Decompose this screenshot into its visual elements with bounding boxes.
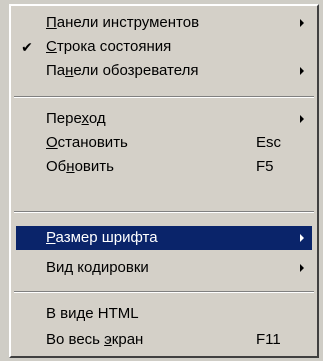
menu-item-shortcut: F5 bbox=[256, 158, 274, 175]
menu-item-shortcut: Esc bbox=[256, 134, 282, 151]
menu-item-label: Во весь экран bbox=[46, 331, 144, 348]
menu-item-stop[interactable]: Остановить Esc bbox=[16, 131, 312, 155]
menu-item-go-to[interactable]: Переход bbox=[16, 107, 312, 131]
menu-item-full-screen[interactable]: Во весь экран F11 bbox=[16, 328, 312, 352]
menu-item-label: Переход bbox=[46, 110, 106, 127]
menu-item-label: Панели инструментов bbox=[46, 14, 200, 31]
menu-item-label: В виде HTML bbox=[46, 305, 139, 322]
menu-separator bbox=[14, 211, 314, 213]
menu-item-text-size[interactable]: Размер шрифта bbox=[16, 226, 312, 250]
view-menu: Панели инструментов ✔ Строка состояния П… bbox=[9, 4, 319, 358]
menu-item-toolbars[interactable]: Панели инструментов bbox=[16, 11, 312, 35]
checkmark-icon: ✔ bbox=[21, 39, 33, 55]
menu-item-shortcut: F11 bbox=[256, 331, 281, 348]
submenu-arrow-icon bbox=[300, 67, 304, 75]
submenu-arrow-icon bbox=[300, 19, 304, 27]
menu-item-label: Строка состояния bbox=[46, 38, 172, 55]
menu-separator bbox=[14, 291, 314, 293]
menu-item-label: Вид кодировки bbox=[46, 259, 149, 276]
submenu-arrow-icon bbox=[300, 234, 304, 242]
menu-item-label: Размер шрифта bbox=[46, 229, 158, 246]
menu-item-label: Остановить bbox=[46, 134, 128, 151]
submenu-arrow-icon bbox=[300, 115, 304, 123]
menu-item-label: Обновить bbox=[46, 158, 114, 175]
menu-separator bbox=[14, 96, 314, 98]
menu-item-refresh[interactable]: Обновить F5 bbox=[16, 155, 312, 179]
submenu-arrow-icon bbox=[300, 264, 304, 272]
menu-item-explorer-bars[interactable]: Панели обозревателя bbox=[16, 59, 312, 83]
menu-item-label: Панели обозревателя bbox=[46, 62, 199, 79]
menu-item-source[interactable]: В виде HTML bbox=[16, 302, 312, 326]
menu-item-encoding[interactable]: Вид кодировки bbox=[16, 256, 312, 280]
menu-item-status-bar[interactable]: ✔ Строка состояния bbox=[16, 35, 312, 59]
